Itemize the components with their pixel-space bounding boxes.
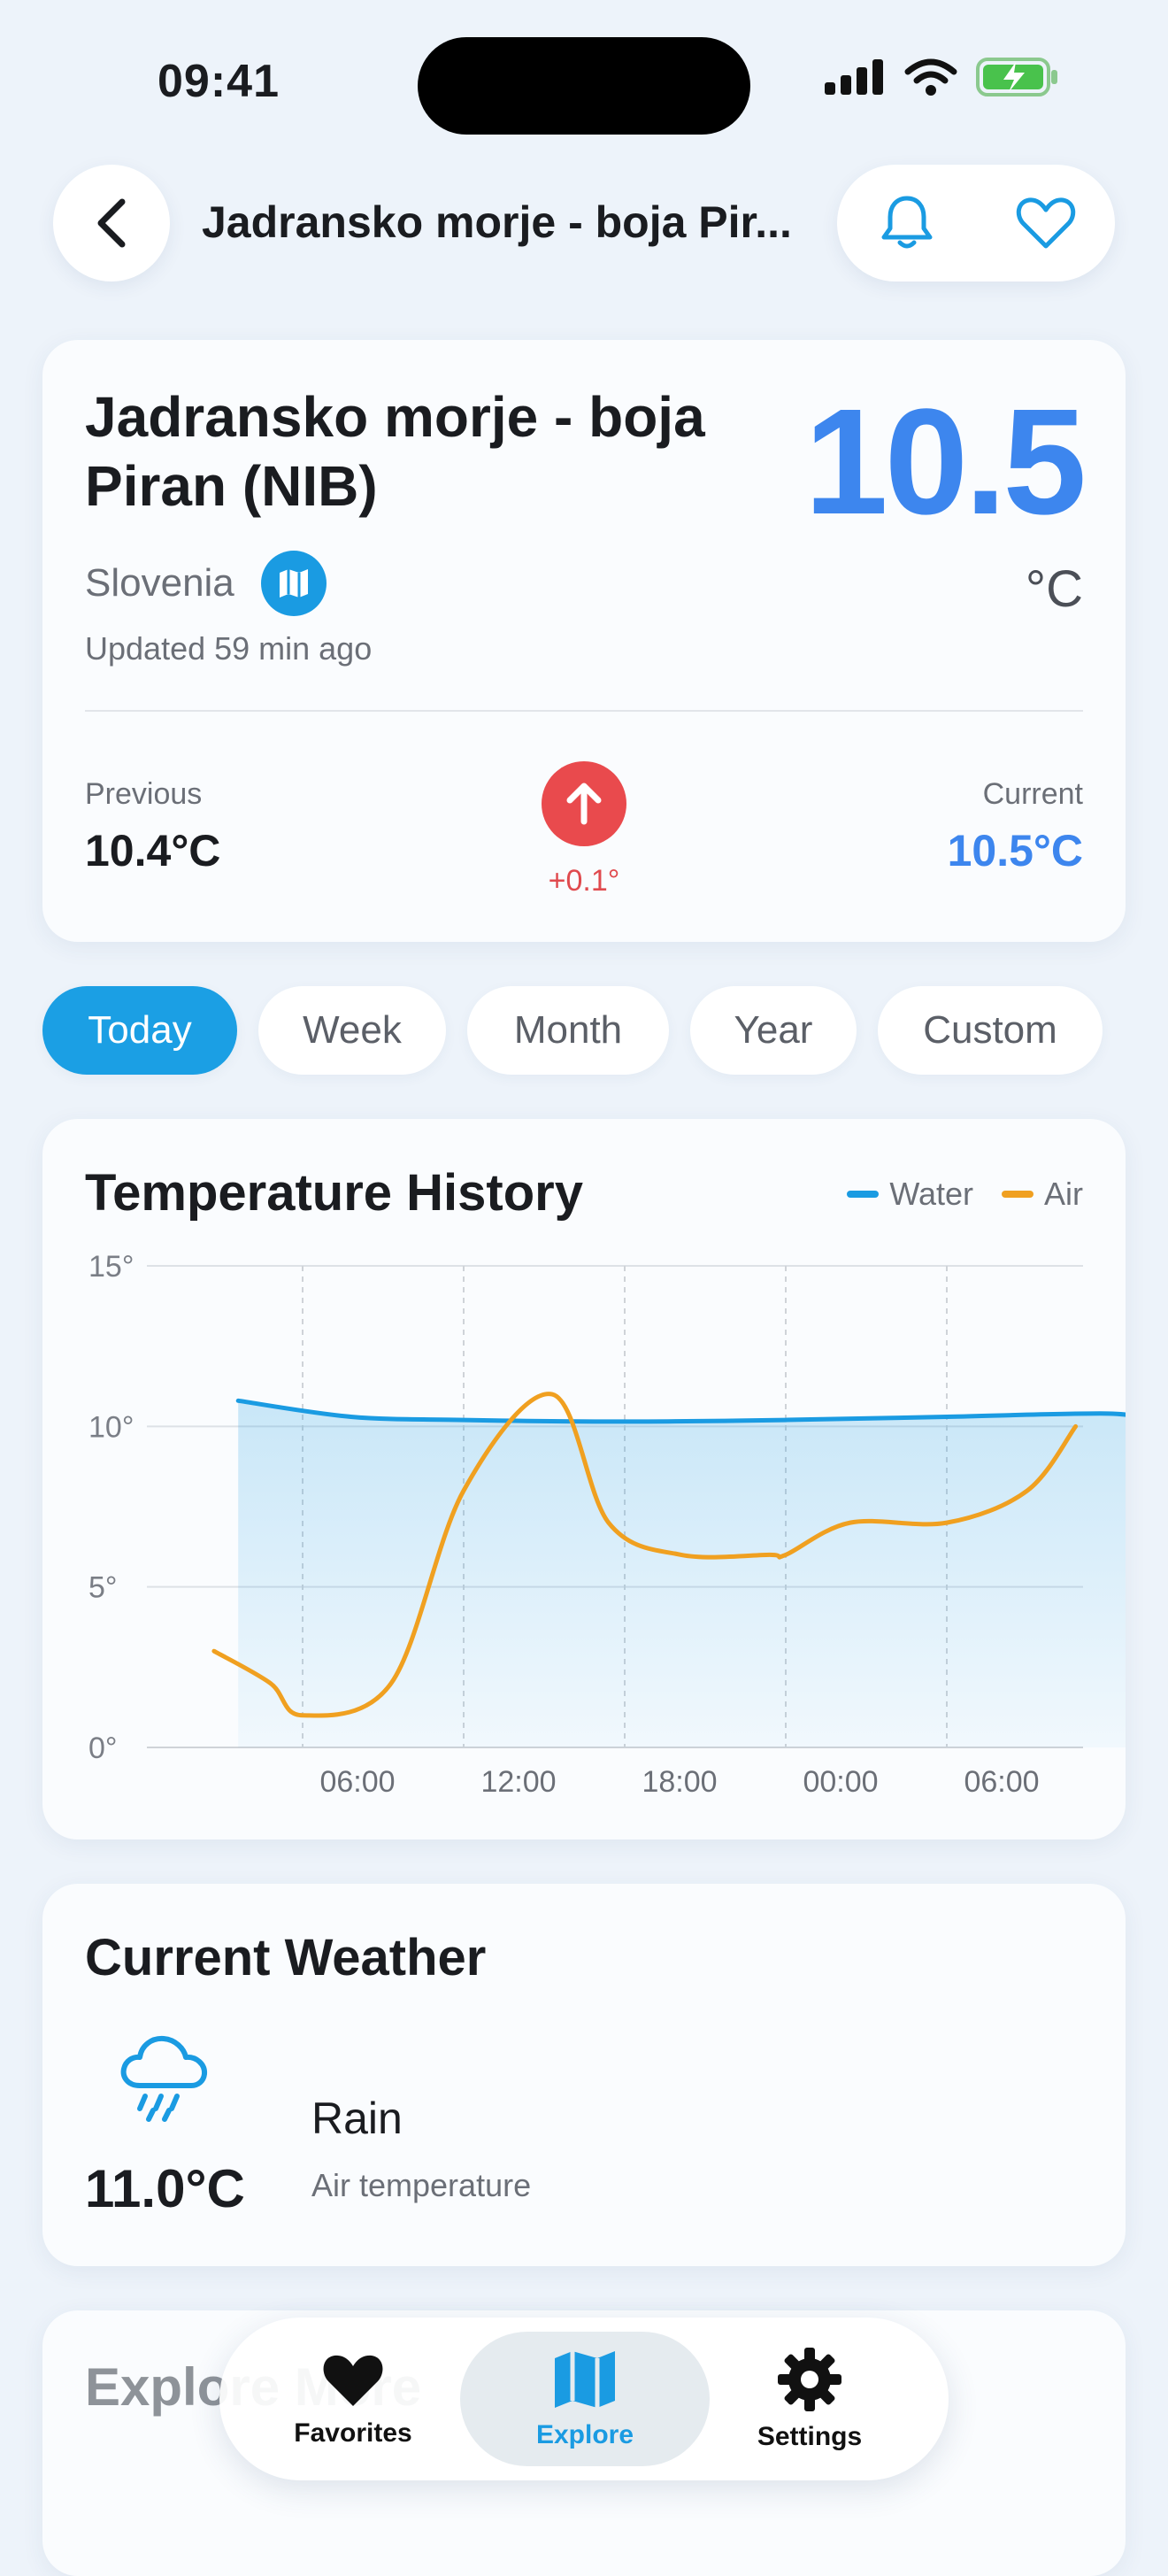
current-value: 10.5°C: [948, 825, 1083, 876]
y-tick-label: 5°: [88, 1571, 118, 1605]
back-button[interactable]: [53, 165, 170, 282]
current-temperature: 10.5: [804, 391, 1083, 533]
weather-condition: Rain: [311, 2093, 403, 2144]
map-button[interactable]: [261, 551, 327, 616]
weather-temperature: 11.0°C: [85, 2158, 245, 2219]
y-tick-label: 10°: [88, 1410, 134, 1444]
current-weather-card: Current Weather 11.0°C Rain Air temperat…: [42, 1884, 1126, 2266]
wifi-icon: [904, 58, 957, 96]
battery-charging-icon: [975, 57, 1060, 97]
nav-explore[interactable]: Explore: [473, 2318, 697, 2480]
y-tick-label: 15°: [88, 1250, 134, 1284]
period-week[interactable]: Week: [258, 986, 446, 1075]
x-tick-label: 12:00: [480, 1765, 556, 1799]
weather-subtitle: Air temperature: [311, 2167, 531, 2204]
bell-icon[interactable]: [875, 191, 939, 255]
status-icons: [823, 57, 1060, 97]
updated-time: Updated 59 min ago: [85, 630, 372, 667]
previous-value: 10.4°C: [85, 825, 220, 876]
chevron-left-icon: [92, 197, 131, 250]
gear-icon: [776, 2346, 843, 2413]
station-card: Jadransko morje - boja Piran (NIB) 10.5 …: [42, 340, 1126, 942]
nav-label-explore: Explore: [536, 2420, 634, 2450]
bottom-nav: Favorites Explore Settings: [219, 2318, 949, 2480]
map-icon: [276, 566, 311, 601]
period-today[interactable]: Today: [42, 986, 237, 1075]
x-tick-label: 06:00: [319, 1765, 395, 1799]
station-country-row: Slovenia: [85, 551, 327, 616]
x-tick-label: 18:00: [642, 1765, 717, 1799]
temperature-unit: °C: [1026, 559, 1083, 619]
x-tick-label: 06:00: [964, 1765, 1039, 1799]
weather-title: Current Weather: [85, 1928, 486, 1987]
previous-label: Previous: [85, 777, 202, 812]
nav-favorites[interactable]: Favorites: [241, 2318, 465, 2480]
temperature-chart: 0° 5° 10° 15° 06:00 12:00 18:00 00:00 06:00: [42, 1119, 1126, 1839]
divider: [85, 710, 1083, 712]
period-selector: Today Week Month Year Custom: [42, 986, 1103, 1075]
trend-badge: [542, 761, 626, 846]
nav-label-favorites: Favorites: [294, 2418, 411, 2449]
heart-icon[interactable]: [1014, 191, 1078, 255]
current-label: Current: [983, 777, 1083, 812]
x-tick-label: 00:00: [803, 1765, 878, 1799]
y-tick-label: 0°: [88, 1731, 118, 1765]
station-name: Jadransko morje - boja Piran (NIB): [85, 382, 757, 521]
temperature-history-card: Temperature History Water Air 0°5°10°15°…: [42, 1119, 1126, 1839]
period-year[interactable]: Year: [690, 986, 857, 1075]
period-custom[interactable]: Custom: [878, 986, 1103, 1075]
page-title: Jadransko morje - boja Pir...: [202, 197, 803, 248]
nav-settings[interactable]: Settings: [697, 2318, 922, 2480]
arrow-up-icon: [563, 781, 605, 827]
temperature-delta: +0.1°: [542, 864, 626, 899]
station-country: Slovenia: [85, 561, 234, 605]
nav-label-settings: Settings: [757, 2422, 862, 2452]
water-area-fill: [238, 1400, 1126, 1747]
header-actions: [837, 165, 1115, 282]
status-time: 09:41: [158, 55, 280, 108]
dynamic-island: [418, 37, 750, 135]
period-month[interactable]: Month: [467, 986, 669, 1075]
map-filled-icon: [551, 2348, 619, 2411]
heart-filled-icon: [319, 2349, 387, 2410]
rain-cloud-icon: [115, 2027, 214, 2126]
cellular-signal-icon: [823, 58, 887, 96]
